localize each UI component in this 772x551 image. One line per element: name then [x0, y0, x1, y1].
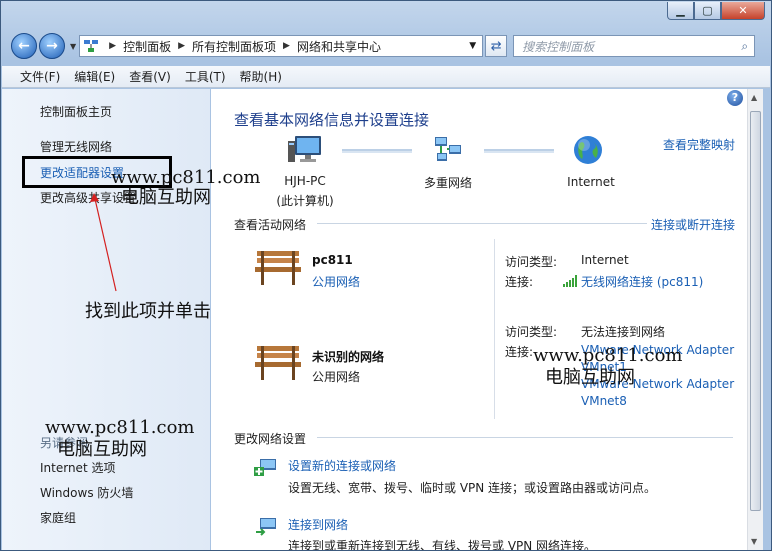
watermark-cn: 电脑互助网 [121, 187, 211, 208]
watermark-cn: 电脑互助网 [57, 439, 147, 460]
window: ▁ ▢ ✕ ← → ▼ ▶ 控制面板 ▶ 所有控制面板项 ▶ 网络和共享中心 ▼… [0, 0, 772, 551]
annotation-arrow [90, 193, 117, 292]
watermark-cn: 电脑互助网 [545, 367, 635, 388]
annotation-instruction: 找到此项并单击 [85, 301, 211, 322]
